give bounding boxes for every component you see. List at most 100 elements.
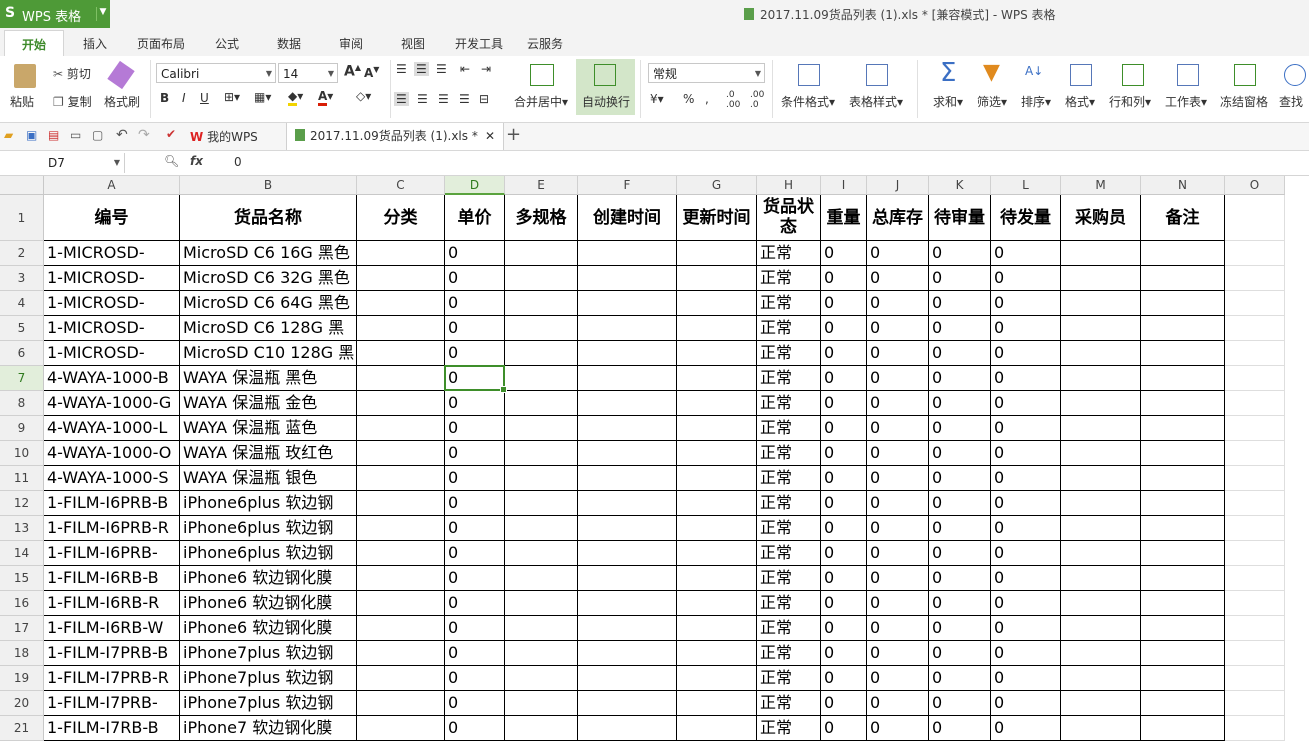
table-cell[interactable]: iPhone7 软边钢化膜 <box>180 716 357 741</box>
table-cell[interactable] <box>677 291 757 316</box>
table-cell[interactable]: 0 <box>445 316 505 341</box>
table-cell[interactable]: 0 <box>821 516 867 541</box>
table-cell[interactable] <box>1225 591 1285 616</box>
table-cell[interactable]: 0 <box>929 491 991 516</box>
table-cell[interactable] <box>1225 616 1285 641</box>
table-cell[interactable] <box>1141 266 1225 291</box>
table-cell[interactable] <box>677 666 757 691</box>
table-cell[interactable]: 0 <box>821 591 867 616</box>
table-cell[interactable]: 0 <box>991 566 1061 591</box>
table-cell[interactable]: 0 <box>991 491 1061 516</box>
table-cell[interactable] <box>357 541 445 566</box>
table-cell[interactable] <box>357 666 445 691</box>
table-cell[interactable] <box>1225 716 1285 741</box>
table-cell[interactable] <box>357 466 445 491</box>
table-cell[interactable] <box>357 716 445 741</box>
worksheet-icon[interactable] <box>1177 64 1199 86</box>
table-cell[interactable] <box>1061 266 1141 291</box>
table-cell[interactable]: 0 <box>991 291 1061 316</box>
table-cell[interactable] <box>578 491 677 516</box>
table-cell[interactable] <box>1061 241 1141 266</box>
column-header-C[interactable]: C <box>357 176 445 195</box>
table-cell[interactable] <box>1225 466 1285 491</box>
table-cell[interactable]: 0 <box>991 441 1061 466</box>
table-cell[interactable] <box>357 341 445 366</box>
table-cell[interactable] <box>1141 391 1225 416</box>
table-cell[interactable] <box>1141 366 1225 391</box>
name-box[interactable]: D7 ▼ <box>0 153 125 173</box>
table-cell[interactable]: 0 <box>821 466 867 491</box>
table-cell[interactable]: 4-WAYA-1000-O <box>44 441 180 466</box>
thousands-icon[interactable]: , <box>705 92 709 106</box>
table-cell[interactable]: MicroSD C10 128G 黑 <box>180 341 357 366</box>
table-cell[interactable]: 0 <box>991 416 1061 441</box>
table-cell[interactable] <box>1141 716 1225 741</box>
table-cell[interactable]: 0 <box>821 416 867 441</box>
table-cell[interactable]: 1-MICROSD- <box>44 266 180 291</box>
export-pdf-icon[interactable]: ▤ <box>48 128 59 142</box>
table-cell[interactable]: iPhone6plus 软边钢 <box>180 541 357 566</box>
row-header[interactable]: 15 <box>0 566 44 591</box>
rows-cols-icon[interactable] <box>1122 64 1144 86</box>
table-cell[interactable] <box>1225 566 1285 591</box>
table-cell[interactable] <box>578 591 677 616</box>
row-header[interactable]: 11 <box>0 466 44 491</box>
table-cell[interactable]: 0 <box>929 541 991 566</box>
table-cell[interactable] <box>1225 391 1285 416</box>
table-cell[interactable]: 0 <box>991 716 1061 741</box>
paste-button[interactable]: 粘贴 <box>10 93 34 110</box>
table-cell[interactable] <box>1141 441 1225 466</box>
table-cell[interactable]: 0 <box>867 516 929 541</box>
table-cell[interactable] <box>677 541 757 566</box>
table-cell[interactable] <box>677 491 757 516</box>
table-cell[interactable]: 1-MICROSD- <box>44 341 180 366</box>
table-cell[interactable] <box>1061 291 1141 316</box>
table-cell[interactable]: 0 <box>867 366 929 391</box>
table-cell[interactable] <box>1141 491 1225 516</box>
open-folder-icon[interactable]: ▰ <box>4 128 13 142</box>
table-cell[interactable]: MicroSD C6 32G 黑色 <box>180 266 357 291</box>
column-header-G[interactable]: G <box>677 176 757 195</box>
italic-icon[interactable]: I <box>182 91 186 105</box>
bold-icon[interactable]: B <box>160 91 169 105</box>
table-cell[interactable]: 1-FILM-I7PRB- <box>44 691 180 716</box>
font-name-select[interactable]: Calibri ▼ <box>156 63 276 83</box>
format-painter-icon[interactable] <box>107 60 135 90</box>
wrap-text-icon[interactable] <box>594 64 616 86</box>
table-cell[interactable]: 正常 <box>757 316 821 341</box>
table-cell[interactable] <box>578 291 677 316</box>
table-cell[interactable] <box>357 691 445 716</box>
table-cell[interactable]: 0 <box>867 241 929 266</box>
select-all-corner[interactable] <box>0 176 44 195</box>
table-cell[interactable]: 正常 <box>757 341 821 366</box>
merge-center-button[interactable]: 合并居中▾ <box>514 93 568 110</box>
table-cell[interactable] <box>578 466 677 491</box>
table-cell[interactable] <box>1061 716 1141 741</box>
table-cell[interactable]: 0 <box>929 566 991 591</box>
table-cell[interactable] <box>1225 516 1285 541</box>
table-cell[interactable] <box>1225 316 1285 341</box>
row-header[interactable]: 10 <box>0 441 44 466</box>
table-cell[interactable]: 0 <box>445 366 505 391</box>
rows-cols-button[interactable]: 行和列▾ <box>1109 93 1151 110</box>
table-cell[interactable]: 0 <box>929 291 991 316</box>
table-cell[interactable]: 4-WAYA-1000-G <box>44 391 180 416</box>
fill-color-icon[interactable]: ◆▾ <box>288 89 303 106</box>
table-cell[interactable]: 0 <box>821 541 867 566</box>
table-cell[interactable] <box>1061 641 1141 666</box>
currency-icon[interactable]: ¥▾ <box>650 92 664 106</box>
table-cell[interactable] <box>1225 291 1285 316</box>
table-cell[interactable]: 0 <box>445 266 505 291</box>
table-cell[interactable]: 0 <box>867 316 929 341</box>
sort-icon[interactable]: A↓ <box>1025 64 1043 78</box>
table-cell[interactable]: 0 <box>867 616 929 641</box>
header-cell[interactable]: 货品名称 <box>180 195 357 241</box>
table-cell[interactable] <box>505 316 578 341</box>
table-cell[interactable]: 1-FILM-I6RB-W <box>44 616 180 641</box>
table-cell[interactable]: 0 <box>929 591 991 616</box>
table-cell[interactable] <box>1225 416 1285 441</box>
table-cell[interactable] <box>505 691 578 716</box>
column-header-J[interactable]: J <box>867 176 929 195</box>
table-cell[interactable] <box>677 391 757 416</box>
table-cell[interactable]: 1-FILM-I7PRB-B <box>44 641 180 666</box>
